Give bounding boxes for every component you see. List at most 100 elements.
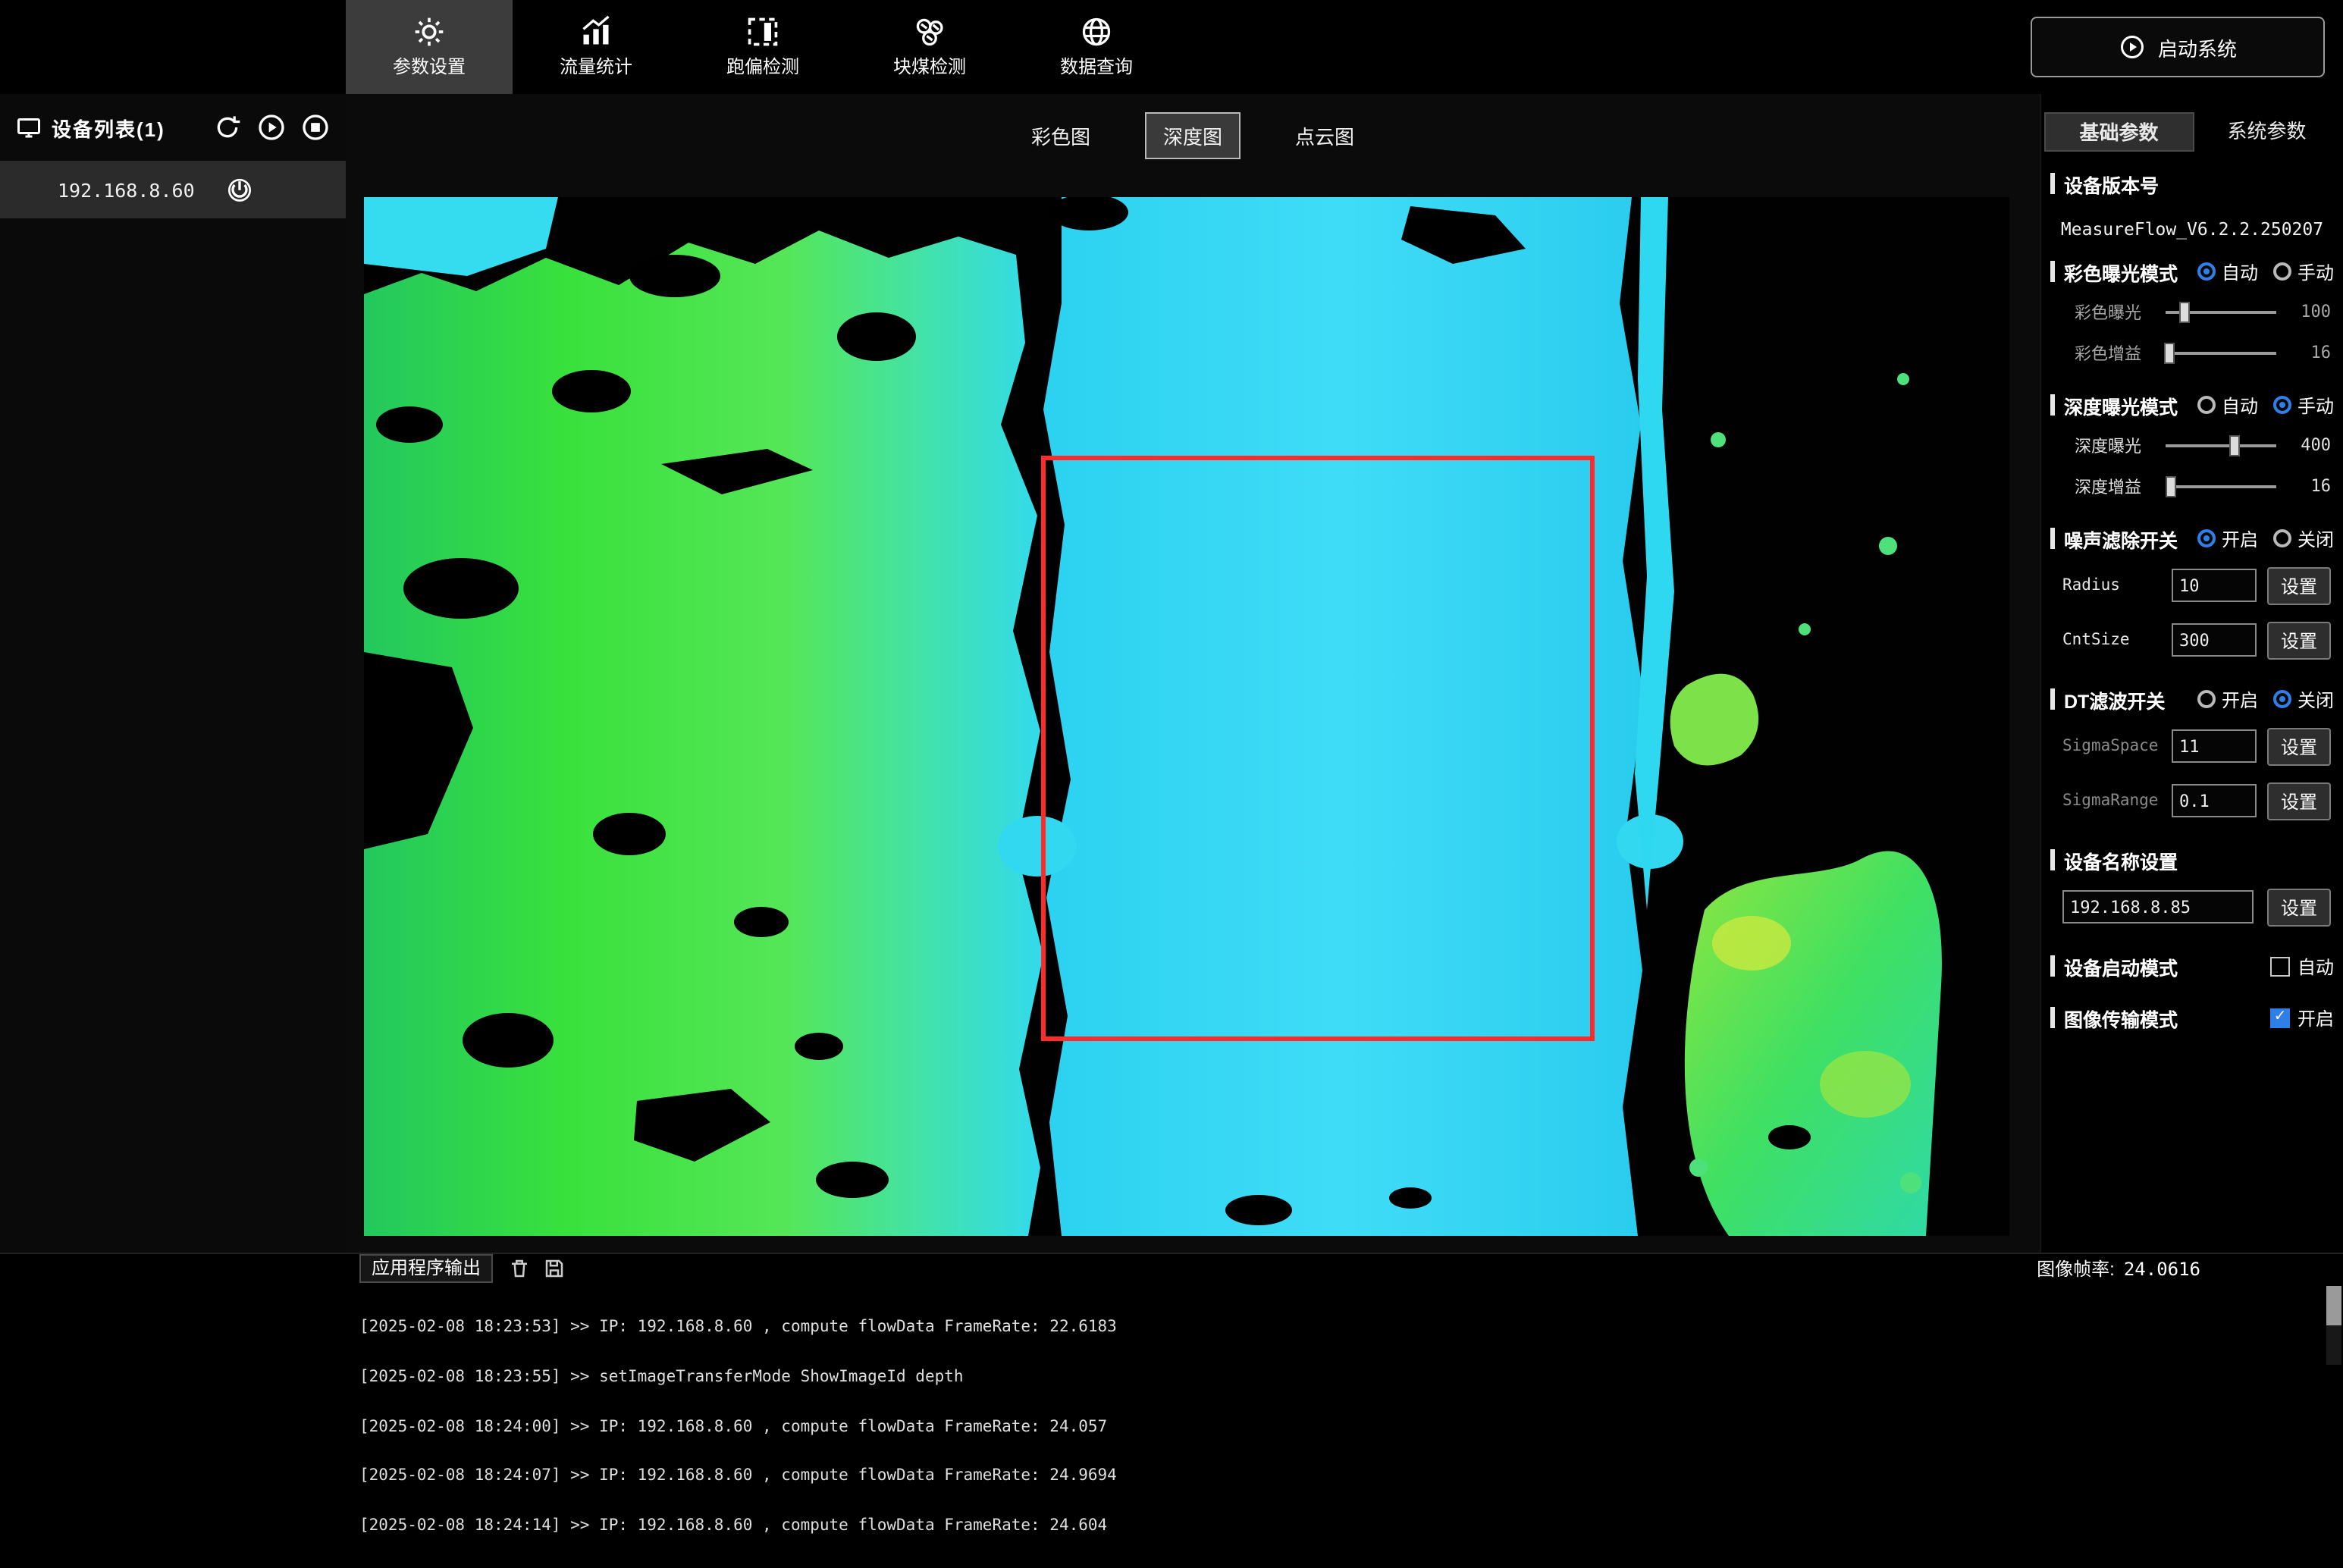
start-system-label: 启动系统: [2158, 33, 2237, 61]
gear-icon: [412, 15, 446, 49]
radio-label: 自动: [2222, 392, 2258, 418]
log-scrollbar-thumb[interactable]: [2326, 1285, 2341, 1325]
log-line: [2025-02-08 18:24:00] >> IP: 192.168.8.6…: [359, 1419, 2343, 1436]
color-gain-slider[interactable]: [2166, 351, 2276, 354]
radius-set-button[interactable]: 设置: [2267, 566, 2331, 604]
sigmarange-set-button[interactable]: 设置: [2267, 782, 2331, 820]
color-exposure-auto-radio[interactable]: 自动: [2197, 259, 2258, 284]
radio-label: 手动: [2298, 259, 2334, 284]
depth-gain-slider-row: 深度增益 16: [2041, 466, 2343, 506]
radio-icon: [2273, 690, 2291, 708]
section-title: 噪声滤除开关: [2064, 524, 2178, 553]
cntsize-set-button[interactable]: 设置: [2267, 621, 2331, 659]
power-icon: [225, 174, 256, 205]
section-marker: [2050, 955, 2055, 977]
radio-icon: [2197, 529, 2216, 547]
device-list-item[interactable]: 192.168.8.60: [0, 161, 346, 218]
refresh-devices-button[interactable]: [212, 112, 243, 143]
monitor-icon: [15, 114, 42, 141]
radius-input[interactable]: [2172, 569, 2257, 602]
start-mode-option: 自动: [2270, 953, 2334, 979]
dt-filter-on-radio[interactable]: 开启: [2197, 686, 2258, 712]
top-toolbar: 参数设置 流量统计 跑偏检测: [0, 0, 2343, 94]
output-console: 应用程序输出 图像帧率: 24.0616 [2025-02-08 1: [0, 1252, 2343, 1366]
nav-label: 流量统计: [560, 53, 632, 79]
tab-depth-image[interactable]: 深度图: [1145, 112, 1241, 159]
section-title: 设备名称设置: [2064, 845, 2178, 874]
sigmaspace-set-button[interactable]: 设置: [2267, 727, 2331, 765]
stop-all-devices-button[interactable]: [300, 112, 331, 143]
device-power-button[interactable]: [225, 174, 256, 205]
radio-label: 自动: [2222, 259, 2258, 284]
section-marker: [2050, 173, 2055, 194]
tab-basic-params[interactable]: 基础参数: [2044, 112, 2194, 152]
start-mode-checkbox[interactable]: [2270, 956, 2290, 976]
slider-handle[interactable]: [2166, 475, 2176, 497]
device-name-input[interactable]: [2062, 890, 2254, 924]
slider-handle[interactable]: [2178, 301, 2189, 322]
dt-filter-off-radio[interactable]: 关闭: [2273, 686, 2334, 712]
stop-circle-icon: [300, 112, 331, 143]
transfer-mode-option: ✓ 开启: [2270, 1005, 2334, 1030]
radius-field-row: Radius 设置: [2041, 558, 2343, 613]
refresh-icon: [212, 112, 243, 143]
tab-color-image[interactable]: 彩色图: [1013, 112, 1109, 159]
clear-log-button[interactable]: [508, 1257, 531, 1280]
slider-value: 100: [2288, 302, 2331, 321]
trash-icon: [508, 1257, 531, 1280]
depth-gain-slider[interactable]: [2166, 485, 2276, 488]
log-line: [2025-02-08 18:24:14] >> IP: 192.168.8.6…: [359, 1518, 2343, 1535]
nav-data-query[interactable]: 数据查询: [1013, 0, 1180, 94]
start-all-devices-button[interactable]: [256, 112, 287, 143]
radio-icon: [2197, 396, 2216, 414]
depth-exposure-manual-radio[interactable]: 手动: [2273, 392, 2334, 418]
tab-point-cloud[interactable]: 点云图: [1277, 112, 1372, 159]
radio-label: 开启: [2222, 686, 2258, 712]
play-circle-icon: [256, 112, 287, 143]
framerate-status: 图像帧率: 24.0616: [2037, 1256, 2331, 1281]
device-name-set-button[interactable]: 设置: [2267, 888, 2331, 926]
slider-handle[interactable]: [2230, 434, 2241, 456]
output-actions: [508, 1257, 566, 1280]
section-title: 设备启动模式: [2064, 952, 2178, 980]
log-scrollbar[interactable]: [2326, 1285, 2341, 1364]
section-depth-exposure-mode: 深度曝光模式 自动 手动: [2041, 385, 2343, 425]
sigmaspace-input[interactable]: [2172, 729, 2257, 763]
nav-flow-statistics[interactable]: 流量统计: [513, 0, 679, 94]
field-label: SigmaSpace: [2062, 737, 2163, 755]
radio-icon: [2197, 690, 2216, 708]
nav-lump-coal-detection[interactable]: 块煤检测: [846, 0, 1013, 94]
color-exposure-manual-radio[interactable]: 手动: [2273, 259, 2334, 284]
nav-parameter-settings[interactable]: 参数设置: [346, 0, 513, 94]
field-label: CntSize: [2062, 631, 2163, 649]
framerate-label: 图像帧率:: [2037, 1256, 2115, 1281]
nav-label: 数据查询: [1060, 53, 1133, 79]
checkbox-label: 自动: [2298, 953, 2334, 979]
device-list-header: 设备列表(1): [0, 94, 346, 161]
sigmarange-input[interactable]: [2172, 784, 2257, 817]
tab-system-params[interactable]: 系统参数: [2194, 112, 2340, 152]
transfer-mode-checkbox[interactable]: ✓: [2270, 1008, 2290, 1027]
slider-handle[interactable]: [2164, 342, 2175, 363]
start-system-button[interactable]: 启动系统: [2031, 17, 2325, 77]
depth-exposure-slider[interactable]: [2166, 444, 2276, 447]
section-dt-filter: DT滤波开关 开启 关闭: [2041, 679, 2343, 719]
save-log-button[interactable]: [543, 1257, 566, 1280]
color-exposure-slider[interactable]: [2166, 310, 2276, 313]
section-title: 深度曝光模式: [2064, 390, 2178, 419]
output-header-row: 应用程序输出 图像帧率: 24.0616: [0, 1253, 2343, 1284]
cntsize-field-row: CntSize 设置: [2041, 613, 2343, 667]
cntsize-input[interactable]: [2172, 623, 2257, 657]
save-icon: [543, 1257, 566, 1280]
noise-filter-on-radio[interactable]: 开启: [2197, 525, 2258, 551]
depth-exposure-auto-radio[interactable]: 自动: [2197, 392, 2258, 418]
nav-label: 跑偏检测: [726, 53, 799, 79]
section-device-name: 设备名称设置: [2041, 840, 2343, 880]
color-exposure-slider-row: 彩色曝光 100: [2041, 291, 2343, 332]
radio-icon: [2273, 262, 2291, 281]
nav-deviation-detection[interactable]: 跑偏检测: [679, 0, 846, 94]
device-list-title: 设备列表(1): [52, 113, 165, 142]
noise-filter-off-radio[interactable]: 关闭: [2273, 525, 2334, 551]
section-marker: [2050, 528, 2055, 549]
play-circle-icon: [2119, 33, 2146, 61]
